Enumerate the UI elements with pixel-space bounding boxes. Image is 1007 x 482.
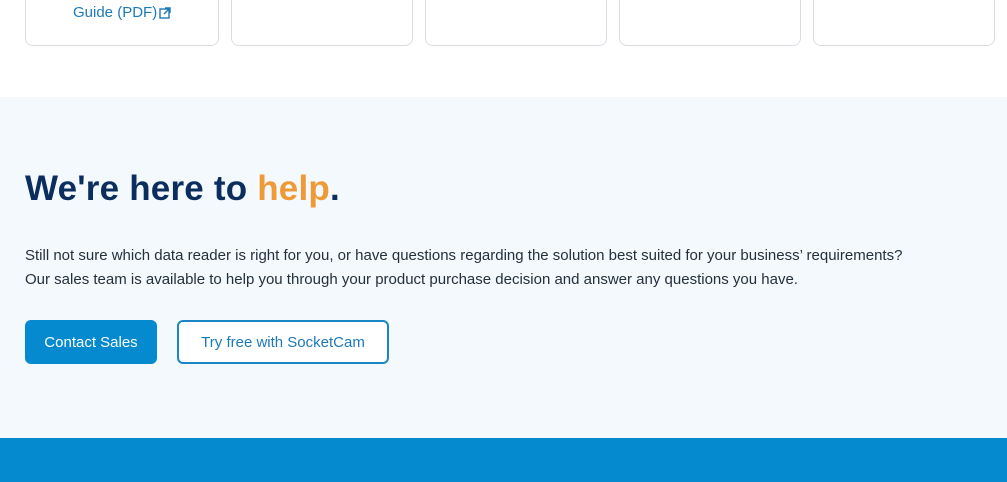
guide-pdf-link-label: Guide (PDF) <box>73 4 158 21</box>
guide-pdf-link[interactable]: Guide (PDF) <box>73 4 171 23</box>
help-description-line-1: Still not sure which data reader is righ… <box>25 247 903 264</box>
help-heading-accent: help <box>257 169 330 208</box>
help-heading-prefix: We're here to <box>25 169 258 208</box>
external-link-icon <box>159 6 171 23</box>
product-card <box>619 0 801 46</box>
product-card <box>425 0 607 46</box>
help-heading: We're here to help. <box>25 169 340 209</box>
contact-sales-button[interactable]: Contact Sales <box>25 320 157 364</box>
help-heading-suffix: . <box>329 169 340 208</box>
help-description-line-2: Our sales team is available to help you … <box>25 271 798 288</box>
footer-band <box>0 438 1007 482</box>
product-card <box>813 0 995 46</box>
try-socketcam-button[interactable]: Try free with SocketCam <box>177 320 389 364</box>
product-card <box>231 0 413 46</box>
product-cards-row: Guide (PDF) <box>0 0 1007 97</box>
help-description: Still not sure which data reader is righ… <box>25 244 1000 292</box>
product-card-guide: Guide (PDF) <box>25 0 219 46</box>
help-section: We're here to help. Still not sure which… <box>0 97 1007 438</box>
